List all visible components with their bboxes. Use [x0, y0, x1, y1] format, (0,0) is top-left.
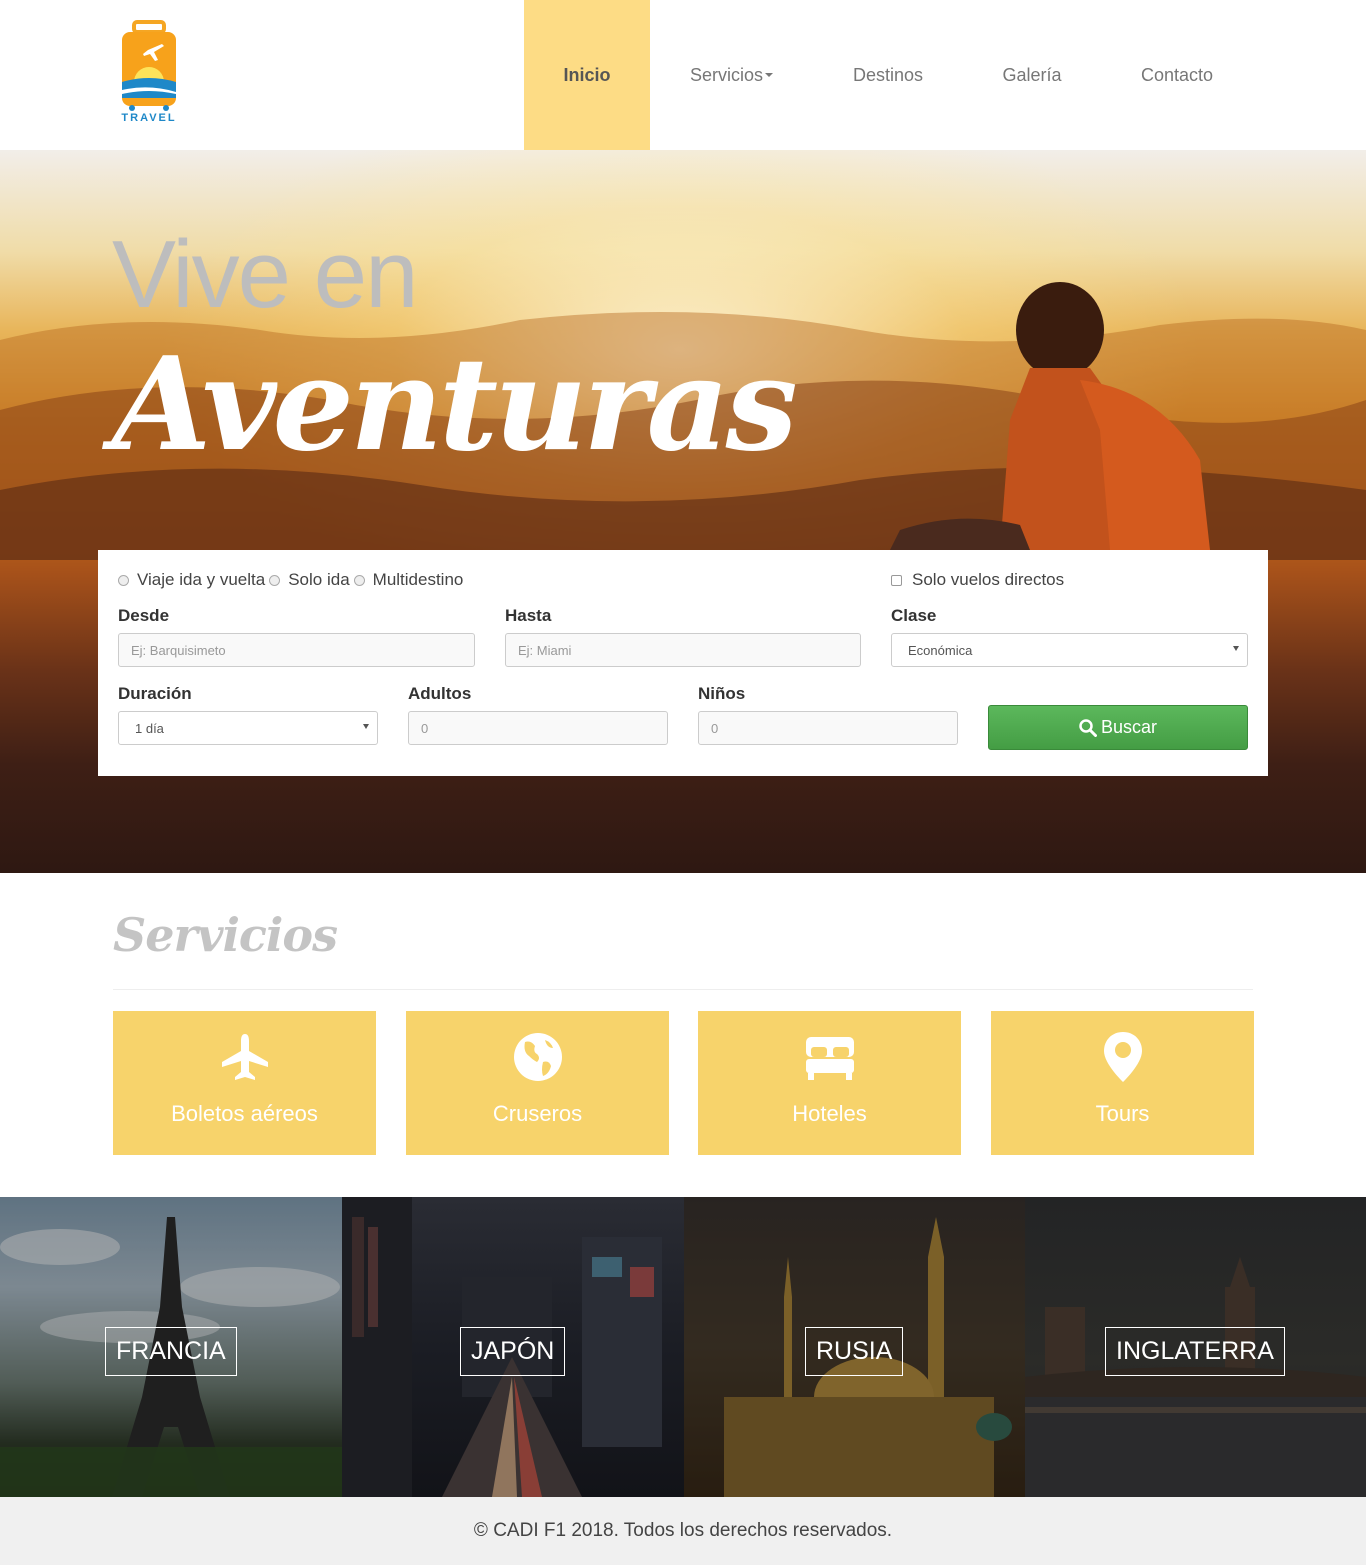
service-label: Hoteles: [792, 1101, 867, 1126]
destination-label: FRANCIA: [105, 1327, 237, 1376]
service-card-flights[interactable]: Boletos aéreos: [113, 1011, 376, 1155]
radio-round-trip[interactable]: [118, 574, 129, 586]
clase-label: Clase: [891, 606, 937, 625]
destination-tile-rusia[interactable]: RUSIA: [684, 1197, 1026, 1497]
service-label: Tours: [1095, 1101, 1150, 1126]
nav-item-servicios[interactable]: Servicios: [650, 0, 813, 150]
service-label: Boletos aéreos: [171, 1101, 318, 1126]
copyright-text: © CADI F1 2018. Todos los derechos reser…: [473, 1520, 893, 1541]
destination-tile-francia[interactable]: FRANCIA: [0, 1197, 342, 1497]
main-nav: Inicio Servicios Destinos Galería Contac…: [524, 0, 1253, 150]
bed-icon: [805, 1037, 854, 1080]
trip-type-group: Viaje ida y vuelta Solo ida Multidestino: [118, 570, 467, 590]
hero-title-line2: Aventuras: [112, 330, 798, 480]
ninos-input[interactable]: 0: [698, 711, 958, 745]
hasta-input[interactable]: Ej: Miami: [505, 633, 861, 667]
clase-select-value: Económica: [908, 642, 973, 658]
ninos-label: Niños: [698, 684, 746, 703]
desde-input[interactable]: Ej: Barquisimeto: [118, 633, 475, 667]
plane-icon: [221, 1034, 268, 1080]
flight-search-form: Viaje ida y vuelta Solo ida Multidestino…: [98, 550, 1268, 776]
destination-label: RUSIA: [805, 1327, 904, 1376]
hero-title-line1: Vive en: [112, 221, 418, 328]
direct-flights-option: Solo vuelos directos: [891, 570, 1064, 590]
duracion-label: Duración: [118, 684, 192, 703]
map-marker-icon: [1103, 1032, 1142, 1082]
radio-multi-destination[interactable]: [353, 574, 365, 586]
clase-select[interactable]: Económica: [891, 633, 1248, 667]
destination-label: INGLATERRA: [1105, 1327, 1285, 1376]
select-arrow-icon: [363, 724, 369, 729]
site-header: TRAVEL Inicio Servicios Destinos Galería…: [0, 0, 1366, 150]
radio-one-way[interactable]: [269, 574, 281, 586]
destination-label: JAPÓN: [460, 1327, 566, 1376]
nav-item-destinos[interactable]: Destinos: [813, 0, 963, 150]
hero-banner: Vive en Aventuras Viaje ida y vuelta Sol…: [0, 150, 1366, 873]
desde-label: Desde: [118, 606, 170, 625]
nav-item-inicio[interactable]: Inicio: [524, 0, 650, 150]
hasta-label: Hasta: [505, 606, 552, 625]
site-footer: © CADI F1 2018. Todos los derechos reser…: [0, 1497, 1366, 1565]
nav-item-label: Inicio: [563, 64, 611, 85]
service-card-hotels[interactable]: Hoteles: [698, 1011, 961, 1155]
travel-logo[interactable]: TRAVEL: [118, 20, 180, 128]
search-button[interactable]: Buscar: [988, 705, 1248, 750]
nav-item-contacto[interactable]: Contacto: [1101, 0, 1253, 150]
nav-item-label: Contacto: [1140, 64, 1214, 85]
services-title: Servicios: [113, 908, 338, 962]
checkbox-label: Solo vuelos directos: [912, 570, 1065, 589]
search-button-label: Buscar: [1100, 717, 1158, 737]
destination-tile-inglaterra[interactable]: INGLATERRA: [1025, 1197, 1366, 1497]
destination-tile-japon[interactable]: JAPÓN: [342, 1197, 684, 1497]
nav-item-label: Galería: [1002, 64, 1062, 85]
search-icon: [1079, 718, 1097, 737]
nav-item-label: Destinos: [852, 64, 924, 85]
nav-item-galeria[interactable]: Galería: [963, 0, 1101, 150]
duracion-select-value: 1 día: [135, 720, 164, 736]
direct-flights-checkbox[interactable]: [891, 574, 902, 586]
globe-icon: [513, 1033, 562, 1081]
duracion-select[interactable]: 1 día: [118, 711, 378, 745]
radio-label: Viaje ida y vuelta: [137, 570, 266, 589]
adultos-label: Adultos: [408, 684, 472, 703]
radio-label: Solo ida: [288, 570, 350, 589]
suitcase-logo-icon: [122, 20, 176, 111]
radio-label: Multidestino: [372, 570, 464, 589]
hiker-image: [890, 282, 1210, 550]
select-arrow-icon: [1233, 646, 1239, 651]
logo-text: TRAVEL: [121, 112, 177, 124]
caret-down-icon: [765, 73, 774, 77]
service-card-tours[interactable]: Tours: [991, 1011, 1254, 1155]
service-label: Cruseros: [492, 1101, 583, 1126]
nav-item-label: Servicios: [689, 64, 764, 85]
services-divider: [113, 989, 1253, 990]
service-card-cruises[interactable]: Cruseros: [406, 1011, 669, 1155]
adultos-input[interactable]: 0: [408, 711, 668, 745]
